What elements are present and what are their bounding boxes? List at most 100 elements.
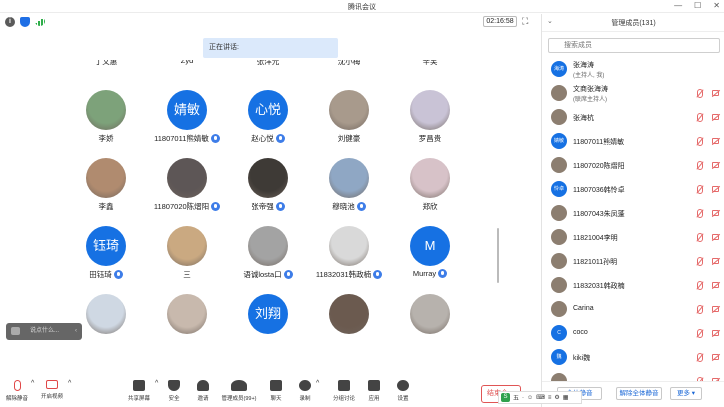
camera-off-icon[interactable] [712, 186, 719, 192]
participant-tile[interactable]: 11832031韩政楠 [309, 226, 389, 286]
signal-icon[interactable] [35, 17, 45, 26]
apps-button[interactable]: 应用 [366, 380, 382, 406]
mic-muted-icon[interactable] [697, 305, 703, 314]
camera-off-icon[interactable] [712, 234, 719, 240]
camera-off-icon[interactable] [712, 282, 719, 288]
maximize-icon[interactable]: ☐ [694, 1, 701, 10]
chevron-up-icon[interactable]: ^ [316, 380, 319, 406]
unmute-button[interactable]: 解除静音 [4, 380, 30, 406]
participant-tile[interactable]: 郑欣 [390, 158, 470, 218]
mic-muted-icon[interactable] [697, 353, 703, 362]
ime-item[interactable]: ☺ [527, 395, 533, 401]
mic-muted-icon[interactable] [697, 89, 703, 98]
mic-muted-icon[interactable] [697, 257, 703, 266]
ime-item[interactable]: ⚙ [554, 394, 559, 401]
more-button[interactable]: 更多 ▾ [670, 387, 702, 400]
participant-tile[interactable] [390, 294, 470, 338]
participant-tile[interactable]: 张帝强 [228, 158, 308, 218]
ime-item[interactable]: 五 [513, 393, 519, 402]
chevron-up-icon[interactable]: ^ [155, 380, 158, 406]
chevron-left-icon[interactable]: ‹ [75, 323, 77, 340]
participant-tile[interactable]: 11807020陈熠阳 [147, 158, 227, 218]
participant-tile[interactable]: 刘健豪 [309, 90, 389, 150]
camera-off-icon [46, 380, 58, 389]
fullscreen-icon[interactable]: ⛶ [522, 16, 532, 26]
participant-name-text: 三 [183, 270, 191, 279]
member-name: 张海涛 [573, 62, 594, 69]
chevron-up-icon[interactable]: ^ [31, 380, 34, 406]
share-screen-button[interactable]: 共享屏幕 [125, 380, 153, 406]
participant-tile[interactable]: 李娇 [66, 90, 146, 150]
participant-tile[interactable]: 刘翔 [228, 294, 308, 338]
security-button[interactable]: 安全 [166, 380, 182, 406]
ime-item[interactable]: · [522, 395, 524, 401]
member-row[interactable]: 婧敏 11807011熊婧敏 [542, 130, 724, 153]
member-row[interactable]: 海涛 张海涛 (主持人, 我) [542, 58, 724, 81]
member-row[interactable]: 11807043朱凤蓬 [542, 202, 724, 225]
ime-item[interactable]: ⌨ [536, 394, 545, 401]
camera-off-icon[interactable] [712, 330, 719, 336]
info-icon[interactable]: i [5, 17, 15, 27]
mic-muted-icon[interactable] [697, 113, 703, 122]
member-row[interactable]: 张海杭 [542, 106, 724, 129]
participant-tile[interactable]: M Murray [390, 226, 470, 286]
camera-off-icon[interactable] [712, 258, 719, 264]
member-row[interactable]: 文商张海涛 (联席主持人) [542, 82, 724, 105]
mic-muted-icon[interactable] [697, 185, 703, 194]
manage-members-button[interactable]: 管理成员(99+) [219, 380, 259, 406]
ime-logo[interactable]: S [501, 393, 510, 402]
mic-muted-icon[interactable] [697, 209, 703, 218]
mic-muted-icon[interactable] [697, 281, 703, 290]
member-row[interactable] [542, 370, 724, 381]
member-row[interactable]: 11807020陈熠阳 [542, 154, 724, 177]
camera-off-icon[interactable] [712, 138, 719, 144]
participant-tile[interactable]: 心悦 赵心悦 [228, 90, 308, 150]
chevron-up-icon[interactable]: ^ [68, 380, 71, 406]
mic-muted-icon[interactable] [697, 233, 703, 242]
camera-off-icon[interactable] [712, 162, 719, 168]
avatar: M [410, 226, 450, 266]
camera-off-icon[interactable] [712, 90, 719, 96]
mic-muted-icon[interactable] [697, 161, 703, 170]
participant-tile[interactable] [309, 294, 389, 338]
participant-tile[interactable]: 钰琦 田钰琦 [66, 226, 146, 286]
member-search-input[interactable] [548, 38, 720, 53]
mic-muted-icon[interactable] [697, 329, 703, 338]
breakout-rooms-button[interactable]: 分组讨论 [330, 380, 358, 406]
member-row[interactable]: 11832031韩政楠 [542, 274, 724, 297]
minimize-icon[interactable]: — [674, 1, 682, 10]
shield-icon[interactable] [20, 17, 30, 27]
participant-tile[interactable]: 罗昌贵 [390, 90, 470, 150]
ime-item[interactable]: ≡ [548, 395, 552, 401]
camera-off-icon[interactable] [712, 306, 719, 312]
camera-off-icon[interactable] [712, 114, 719, 120]
member-row[interactable]: 怜卓 11807036韩怜卓 [542, 178, 724, 201]
member-row[interactable]: Ccoco [542, 322, 724, 345]
chat-button[interactable]: 聊天 [268, 380, 284, 406]
close-icon[interactable]: ✕ [713, 1, 720, 10]
participant-tile[interactable] [147, 294, 227, 338]
participant-name: 张洋元 [256, 60, 280, 66]
participant-tile[interactable]: 婧敏 11807011熊婧敏 [147, 90, 227, 150]
camera-off-icon[interactable] [712, 210, 719, 216]
participant-tile[interactable]: 李鑫 [66, 158, 146, 218]
participant-tile[interactable]: 语诚losta口 [228, 226, 308, 286]
invite-button[interactable]: 邀请 [195, 380, 211, 406]
mic-on-icon [356, 202, 366, 211]
participant-tile[interactable]: 三 [147, 226, 227, 286]
member-row[interactable]: 11821011孙明 [542, 250, 724, 273]
settings-button[interactable]: 设置 [395, 380, 411, 406]
participant-tile[interactable]: 穆晓池 [309, 158, 389, 218]
mic-muted-icon[interactable] [697, 137, 703, 146]
member-role: (联席主持人) [573, 97, 607, 103]
record-button[interactable]: 录制 [297, 380, 313, 406]
start-video-button[interactable]: 开启视频 [39, 380, 65, 406]
member-row[interactable]: 魏 kiki魏 [542, 346, 724, 369]
member-row[interactable]: 11821004李明 [542, 226, 724, 249]
camera-off-icon[interactable] [712, 354, 719, 360]
unmute-all-button[interactable]: 解除全体静音 [616, 387, 662, 400]
grid-scrollbar[interactable] [497, 228, 499, 283]
ime-item[interactable]: ▦ [563, 394, 569, 401]
chat-input-pill[interactable]: 说点什么... ‹ [6, 323, 82, 340]
member-row[interactable]: Carina [542, 298, 724, 321]
